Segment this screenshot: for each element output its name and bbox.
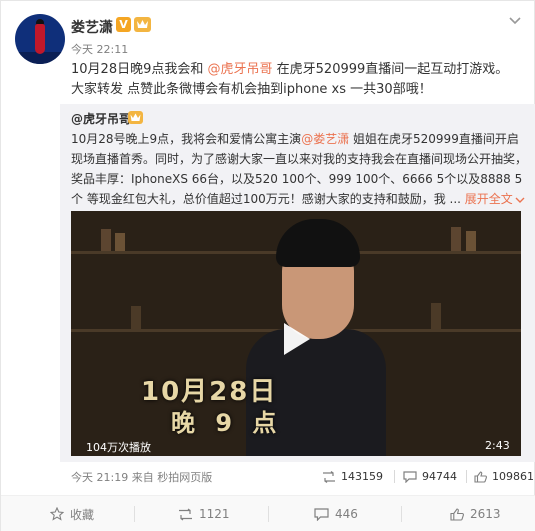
play-icon[interactable] <box>282 321 312 357</box>
forward-icon <box>179 508 192 520</box>
chevron-down-icon[interactable] <box>508 14 522 28</box>
comment-icon <box>403 470 417 483</box>
repost-like-stat[interactable]: 109861 <box>474 470 534 483</box>
chevron-down-icon[interactable] <box>515 196 525 204</box>
comment-button[interactable]: 446 <box>314 506 358 522</box>
repost-author[interactable]: @虎牙吊哥 <box>71 110 131 127</box>
vip-badge-icon <box>134 17 151 32</box>
thumbs-up-icon <box>474 470 487 483</box>
mention-link[interactable]: @娄艺潇 <box>301 132 349 146</box>
forward-button[interactable]: 1121 <box>178 506 230 522</box>
repost-comment-stat[interactable]: 94744 <box>403 470 457 483</box>
vip-badge-icon <box>128 111 143 124</box>
avatar[interactable] <box>15 14 65 64</box>
repost-text: 10月28号晚上9点，我将会和爱情公寓主演@娄艺潇 姐姐在虎牙520999直播间… <box>71 132 528 206</box>
like-button[interactable]: 2613 <box>450 506 501 522</box>
author-name[interactable]: 娄艺潇 <box>71 17 113 37</box>
post-time[interactable]: 今天 22:11 <box>71 41 128 57</box>
verified-badge-icon: V <box>116 17 131 32</box>
view-count: 104万次播放 <box>86 441 151 454</box>
repost-forward-stat[interactable]: 143159 <box>322 470 383 483</box>
comment-icon <box>314 507 329 521</box>
mention-link[interactable]: @虎牙吊哥 <box>208 62 273 77</box>
repost-box: @虎牙吊哥 10月28号晚上9点，我将会和爱情公寓主演@娄艺潇 姐姐在虎牙520… <box>60 104 535 484</box>
post-text: 10月28日晚9点我会和 @虎牙吊哥 在虎牙520999直播间一起互动打游戏。大… <box>71 62 509 97</box>
forward-icon <box>323 470 335 483</box>
expand-full-text-link[interactable]: 展开全文 <box>465 192 513 206</box>
weibo-post-card: 娄艺潇 V 今天 22:11 10月28日晚9点我会和 @虎牙吊哥 在虎牙520… <box>0 0 535 531</box>
video-duration: 2:43 <box>485 439 510 452</box>
action-bar: 收藏 1121 446 2613 <box>1 495 535 531</box>
thumbs-up-icon <box>450 507 464 521</box>
video-subtitle: 晚 9 点 <box>171 409 283 437</box>
favorite-button[interactable]: 收藏 <box>50 506 94 522</box>
repost-meta[interactable]: 今天 21:19 来自 秒拍网页版 <box>71 469 212 485</box>
star-icon <box>50 507 64 521</box>
video-player[interactable]: 10月28日 晚 9 点 104万次播放 2:43 <box>71 211 521 456</box>
